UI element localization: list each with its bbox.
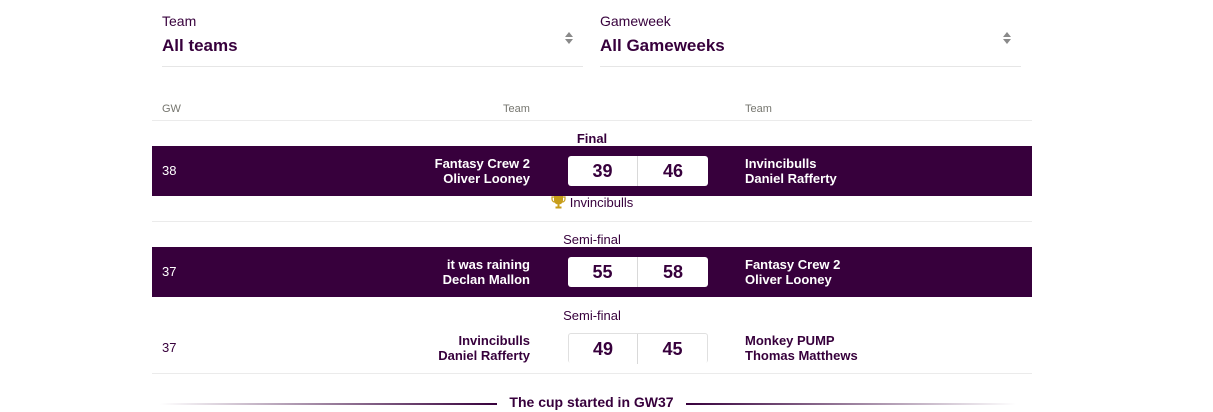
divider [152,221,1032,222]
away-entry[interactable]: Monkey PUMP Thomas Matthews [745,333,858,363]
away-entry[interactable]: Invincibulls Daniel Rafferty [745,156,837,186]
away-manager-name: Daniel Rafferty [745,171,837,186]
footer-line [686,403,1016,405]
home-entry[interactable]: Fantasy Crew 2 Oliver Looney [435,156,530,186]
round-title-final: Final [576,131,608,146]
team-filter-select[interactable]: Team All teams [162,0,583,67]
away-manager-name: Thomas Matthews [745,348,858,363]
match-gameweek: 38 [162,163,177,178]
sort-arrows-icon [1003,32,1011,46]
match-gameweek: 37 [162,264,177,279]
divider [152,120,1032,121]
column-header-away-team: Team [745,103,772,115]
score-box: 55 58 [568,257,708,287]
gameweek-filter-label: Gameweek [600,13,671,29]
home-score: 55 [568,257,638,287]
footer-line [160,403,497,405]
away-team-name: Invincibulls [745,156,817,171]
away-score: 58 [638,257,708,287]
home-team-name: Fantasy Crew 2 [434,156,530,171]
away-score: 45 [638,334,707,364]
cup-winner: Invincibulls [152,195,1032,212]
away-manager-name: Oliver Looney [745,272,832,287]
match-gameweek: 37 [162,340,177,355]
round-title-semi-final: Semi-final [563,308,621,323]
cup-start-footer: The cup started in GW37 [0,393,1213,412]
match-row-final[interactable]: 38 Fantasy Crew 2 Oliver Looney 39 46 In… [152,146,1032,196]
home-manager-name: Oliver Looney [443,171,530,186]
home-score: 39 [568,156,638,186]
column-header-home-team: Team [503,103,530,115]
round-title-semi-final: Semi-final [563,232,621,247]
home-entry[interactable]: it was raining Declan Mallon [443,257,530,287]
home-manager-name: Daniel Rafferty [438,348,530,363]
divider [152,373,1032,374]
gameweek-filter-value[interactable]: All Gameweeks [600,36,725,56]
away-team-name: Fantasy Crew 2 [745,257,841,272]
home-team-name: Invincibulls [458,333,530,348]
cup-start-text: The cup started in GW37 [509,394,674,410]
match-row-semi-final[interactable]: 37 it was raining Declan Mallon 55 58 Fa… [152,247,1032,297]
home-manager-name: Declan Mallon [442,272,530,287]
trophy-icon [551,195,566,212]
winner-name: Invincibulls [569,195,634,210]
away-score: 46 [638,156,708,186]
team-filter-value[interactable]: All teams [162,36,238,56]
away-entry[interactable]: Fantasy Crew 2 Oliver Looney [745,257,840,287]
home-entry[interactable]: Invincibulls Daniel Rafferty [438,333,530,363]
score-box: 49 45 [568,333,708,364]
match-row-semi-final[interactable]: 37 Invincibulls Daniel Rafferty 49 45 Mo… [152,323,1032,373]
away-team-name: Monkey PUMP [745,333,835,348]
team-filter-label: Team [162,13,197,29]
gameweek-filter-select[interactable]: Gameweek All Gameweeks [600,0,1021,67]
home-team-name: it was raining [446,257,530,272]
sort-arrows-icon [565,32,573,46]
home-score: 49 [569,334,638,364]
column-header-gw: GW [162,103,181,115]
score-box: 39 46 [568,156,708,186]
